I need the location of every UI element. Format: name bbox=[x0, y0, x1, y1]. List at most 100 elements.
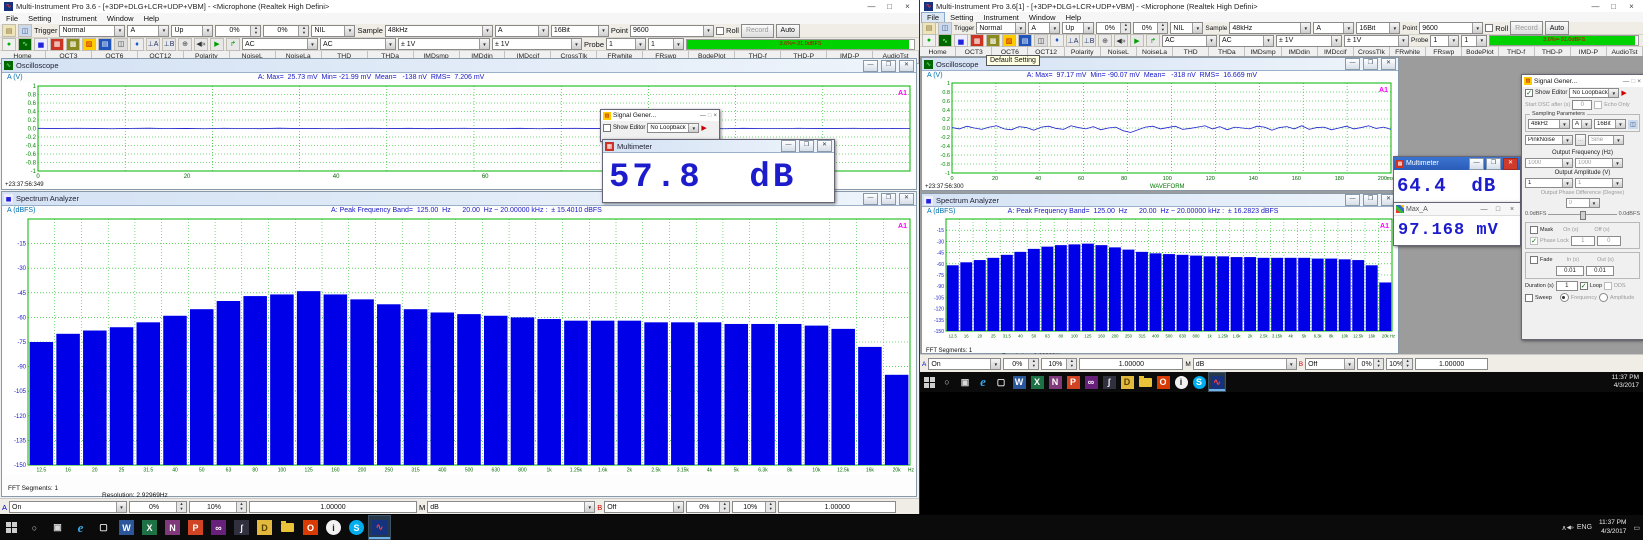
amplitude-a-select[interactable]: 1▼ bbox=[1525, 178, 1573, 188]
menu-file[interactable]: File bbox=[1, 14, 23, 23]
sweep-checkbox[interactable] bbox=[1525, 294, 1533, 302]
minimize-button[interactable]: — bbox=[1478, 206, 1490, 213]
show-editor-checkbox[interactable] bbox=[603, 124, 611, 132]
excel-icon[interactable]: X bbox=[1028, 372, 1046, 392]
show-editor-checkbox[interactable]: ✓ bbox=[1525, 89, 1533, 97]
spectrum-analyzer-icon[interactable]: ▅ bbox=[34, 38, 48, 51]
office-icon[interactable]: O bbox=[299, 515, 322, 540]
oscilloscope-titlebar[interactable]: ∿ Oscilloscope — ❐ ✕ bbox=[2, 59, 916, 73]
trigger-mode-select[interactable]: Normal▼ bbox=[976, 22, 1026, 34]
coupling-b-select[interactable]: AC▼ bbox=[1219, 35, 1274, 47]
sampling-rate-select[interactable]: 48kHz▼ bbox=[385, 25, 493, 37]
edge-icon[interactable]: e bbox=[974, 372, 992, 392]
probe-b-select[interactable]: 1▼ bbox=[648, 38, 684, 50]
record-length-select[interactable]: 9600▼ bbox=[1419, 22, 1483, 34]
sweep-frequency-radio[interactable] bbox=[1560, 293, 1569, 302]
channel-b-display-select[interactable]: Off▼ bbox=[1305, 358, 1355, 370]
lcr-meter-icon[interactable]: ◫ bbox=[1034, 34, 1048, 47]
taskbar-clock[interactable]: 11:37 PM4/3/2017 bbox=[1599, 519, 1626, 535]
trigger-level-spinner[interactable]: 0%▲▼ bbox=[1096, 22, 1131, 34]
trigger-level-spinner[interactable]: 0%▲▼ bbox=[215, 25, 261, 37]
roll-checkbox[interactable]: Roll bbox=[716, 26, 739, 35]
range-a-select[interactable]: ± 1V▼ bbox=[398, 38, 490, 50]
echo-only-checkbox[interactable] bbox=[1594, 101, 1602, 109]
maximize-button[interactable]: □ bbox=[1606, 2, 1621, 11]
device-test-plan-icon[interactable]: ▤ bbox=[98, 38, 112, 51]
restore-button[interactable]: ❐ bbox=[799, 140, 814, 152]
roll-checkbox[interactable]: Roll bbox=[1485, 24, 1508, 33]
start-button[interactable] bbox=[920, 372, 938, 392]
oscilloscope-plot[interactable]: 10.80.60.40.20.0-0.2-0.4-0.6-0.8-1020406… bbox=[924, 80, 1396, 190]
channel-a-display-select[interactable]: On▼ bbox=[9, 501, 127, 513]
onenote-icon[interactable]: N bbox=[1046, 372, 1064, 392]
device-test-plan-icon[interactable]: ▤ bbox=[1018, 34, 1032, 47]
start-dsc-field[interactable]: 0 bbox=[1572, 100, 1592, 110]
channel-a-multiplier-field[interactable]: 1.00000 bbox=[1079, 358, 1183, 370]
coupling-b-select[interactable]: AC▼ bbox=[320, 38, 396, 50]
info-icon[interactable]: i bbox=[1172, 372, 1190, 392]
quill-icon[interactable]: ʃ bbox=[1100, 372, 1118, 392]
menu-window[interactable]: Window bbox=[102, 14, 139, 23]
channel-b-multiplier-field[interactable]: 1.00000 bbox=[778, 501, 896, 513]
channel-a-offset-spinner[interactable]: 0%▲▼ bbox=[1003, 358, 1039, 370]
maximize-button[interactable]: □ bbox=[708, 113, 712, 119]
visual-studio-icon[interactable]: ∞ bbox=[207, 515, 230, 540]
minimize-button[interactable]: — bbox=[863, 193, 878, 205]
duration-field[interactable]: 1 bbox=[1556, 281, 1578, 291]
phase-difference-select[interactable]: 0▼ bbox=[1566, 198, 1600, 208]
spectrum-3d-plot-icon[interactable]: ▩ bbox=[986, 34, 1000, 47]
auto-button[interactable]: Auto bbox=[776, 24, 800, 38]
signal-generator-icon[interactable]: ▨ bbox=[1002, 34, 1016, 47]
spectrum-analyzer-icon[interactable]: ▅ bbox=[954, 34, 968, 47]
office-icon[interactable]: O bbox=[1154, 372, 1172, 392]
channel-b-zoom-spinner[interactable]: 10%▲▼ bbox=[732, 501, 776, 513]
waveform-a-select[interactable]: PinkNoise▼ bbox=[1525, 135, 1573, 145]
channel-a-zoom-spinner[interactable]: 10%▲▼ bbox=[189, 501, 247, 513]
play-icon[interactable]: ▶ bbox=[210, 38, 224, 51]
trigger-hpf-select[interactable]: NIL▼ bbox=[311, 25, 355, 37]
trigger-edge-select[interactable]: Up▼ bbox=[171, 25, 213, 37]
sampling-channel-select[interactable]: A▼ bbox=[1313, 22, 1354, 34]
output-level-slider[interactable] bbox=[1548, 210, 1616, 218]
search-icon[interactable]: ○ bbox=[23, 515, 46, 540]
lcr-meter-icon[interactable]: ◫ bbox=[114, 38, 128, 51]
task-view-icon[interactable]: ▣ bbox=[46, 515, 69, 540]
run-icon[interactable]: ● bbox=[2, 38, 16, 51]
powerpoint-icon[interactable]: P bbox=[1064, 372, 1082, 392]
amplitude-b-select[interactable]: 1▼ bbox=[1575, 178, 1623, 188]
file-explorer-icon[interactable] bbox=[276, 515, 299, 540]
skype-icon[interactable]: S bbox=[345, 515, 368, 540]
multimeter-titlebar[interactable]: ▦ Multimeter — ❐ ✕ bbox=[603, 140, 834, 153]
coupling-a-select[interactable]: AC▼ bbox=[1162, 35, 1217, 47]
gen-rate-select[interactable]: 48kHz▼ bbox=[1528, 119, 1570, 129]
close-button[interactable]: ✕ bbox=[899, 193, 914, 205]
close-button[interactable]: ✕ bbox=[899, 60, 914, 72]
trigger-delay-spinner[interactable]: 0%▲▼ bbox=[263, 25, 309, 37]
minimize-button[interactable]: — bbox=[1345, 58, 1360, 70]
spectrum-plot[interactable]: -15-30-45-60-75-90-105-120-135-15012.516… bbox=[4, 216, 915, 475]
channel-a-display-select[interactable]: On▼ bbox=[928, 358, 1001, 370]
edge-icon[interactable]: e bbox=[69, 515, 92, 540]
channel-b-multiplier-field[interactable]: 1.00000 bbox=[1415, 358, 1488, 370]
fade-checkbox[interactable] bbox=[1530, 256, 1538, 264]
sweep-amplitude-radio[interactable] bbox=[1599, 293, 1608, 302]
output-play-button[interactable]: ▶ bbox=[701, 124, 706, 132]
calibration-icon[interactable]: ♦ bbox=[130, 38, 144, 51]
restore-button[interactable]: ❐ bbox=[881, 193, 896, 205]
multi-instrument-icon[interactable]: ∿ bbox=[1208, 372, 1226, 392]
close-button[interactable]: × bbox=[1637, 78, 1641, 85]
probe-a-select[interactable]: 1▼ bbox=[606, 38, 646, 50]
trigger-delay-spinner[interactable]: 0%▲▼ bbox=[1133, 22, 1168, 34]
spectrum-3d-plot-icon[interactable]: ▩ bbox=[66, 38, 80, 51]
menu-help[interactable]: Help bbox=[139, 14, 164, 23]
gen-channel-select[interactable]: A▼ bbox=[1572, 119, 1592, 129]
roll-checkbox-box[interactable] bbox=[716, 27, 724, 35]
loop-checkbox[interactable]: ✓ bbox=[1580, 282, 1588, 290]
word-icon[interactable]: W bbox=[115, 515, 138, 540]
roll-checkbox-box[interactable] bbox=[1485, 24, 1493, 32]
bit-depth-select[interactable]: 16Bit▼ bbox=[1356, 22, 1400, 34]
oscilloscope-icon[interactable]: ∿ bbox=[938, 34, 952, 47]
onenote-icon[interactable]: N bbox=[161, 515, 184, 540]
frequency-a-select[interactable]: 1000▼ bbox=[1525, 158, 1573, 168]
oscilloscope-icon[interactable]: ∿ bbox=[18, 38, 32, 51]
